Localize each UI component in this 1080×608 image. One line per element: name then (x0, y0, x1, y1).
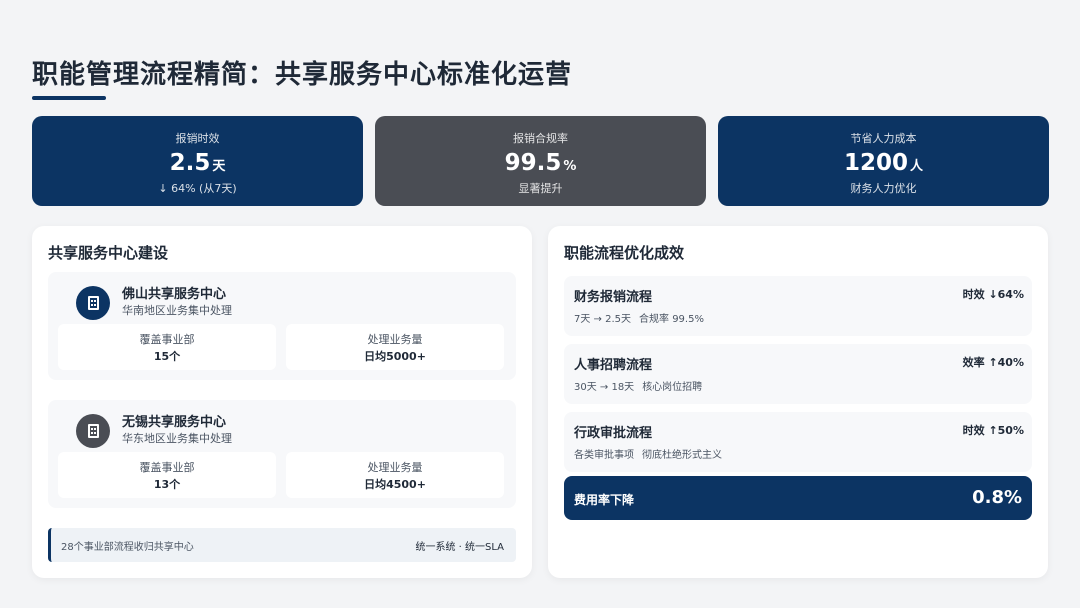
flow-item-hr: 人事招聘流程 效率 ↑40% 30天 → 18天 核心岗位招聘 (564, 344, 1032, 404)
summary-note: 28个事业部流程收归共享中心 统一系统 · 统一SLA (48, 528, 516, 562)
building-icon (76, 286, 110, 320)
flow-metric: 时效 ↑50% (962, 424, 1024, 437)
kpi-value: 1200 人 (843, 150, 924, 176)
kpi-sub: 财务人力优化 (850, 182, 917, 195)
kpi-value: 2.5 天 (169, 150, 226, 176)
flow-name: 财务报销流程 (574, 290, 653, 305)
kpi-sub: 显著提升 (518, 182, 563, 195)
kpi-card-labor-savings: 节省人力成本 1200 人 财务人力优化 (718, 116, 1049, 206)
kpi-label: 报销合规率 (513, 132, 568, 145)
flow-item-admin: 行政审批流程 时效 ↑50% 各类审批事项 彻底杜绝形式主义 (564, 412, 1032, 472)
stat-label: 覆盖事业部 (139, 461, 195, 474)
kpi-sub: ↓ 64% (从7天) (158, 182, 237, 195)
panel-title: 职能流程优化成效 (564, 244, 685, 262)
stat-label: 处理业务量 (367, 333, 423, 346)
kpi-label: 节省人力成本 (850, 132, 917, 145)
kpi-label: 报销时效 (175, 132, 220, 145)
title-underline (32, 96, 106, 100)
kpi-card-reimbursement-time: 报销时效 2.5 天 ↓ 64% (从7天) (32, 116, 363, 206)
flow-metric: 效率 ↑40% (962, 356, 1024, 369)
building-icon (76, 414, 110, 448)
flow-sub: 30天 → 18天 核心岗位招聘 (574, 382, 703, 393)
center-name: 无锡共享服务中心 (122, 415, 227, 430)
stat-box: 覆盖事业部 13个 (58, 452, 276, 498)
center-name: 佛山共享服务中心 (122, 287, 227, 302)
flow-sub: 各类审批事项 彻底杜绝形式主义 (574, 450, 722, 461)
flow-name: 行政审批流程 (574, 426, 653, 441)
stat-value: 日均4500+ (364, 478, 426, 491)
stat-value: 日均5000+ (364, 350, 426, 363)
center-card-wuxi: 无锡共享服务中心 华东地区业务集中处理 覆盖事业部 13个 处理业务量 日均45… (48, 400, 516, 508)
panel-title: 共享服务中心建设 (48, 244, 169, 262)
note-text: 28个事业部流程收归共享中心 (61, 542, 194, 553)
cost-label: 费用率下降 (574, 493, 635, 507)
cost-value: 0.8% (972, 487, 1022, 508)
note-tags: 统一系统 · 统一SLA (415, 542, 504, 553)
stat-label: 覆盖事业部 (139, 333, 195, 346)
stat-box: 处理业务量 日均5000+ (286, 324, 504, 370)
cost-reduction-bar: 费用率下降 0.8% (564, 476, 1032, 520)
stat-value: 13个 (153, 478, 181, 491)
flow-sub: 7天 → 2.5天 合规率 99.5% (574, 314, 704, 325)
center-card-foshan: 佛山共享服务中心 华南地区业务集中处理 覆盖事业部 15个 处理业务量 日均50… (48, 272, 516, 380)
center-desc: 华东地区业务集中处理 (122, 432, 232, 445)
page-title: 职能管理流程精简：共享服务中心标准化运营 (32, 60, 573, 90)
flow-item-finance: 财务报销流程 时效 ↓64% 7天 → 2.5天 合规率 99.5% (564, 276, 1032, 336)
center-desc: 华南地区业务集中处理 (122, 304, 232, 317)
stat-value: 15个 (153, 350, 181, 363)
flow-name: 人事招聘流程 (574, 358, 653, 373)
kpi-card-compliance-rate: 报销合规率 99.5% 显著提升 (375, 116, 706, 206)
stat-label: 处理业务量 (367, 461, 423, 474)
shared-service-panel: 共享服务中心建设 佛山共享服务中心 华南地区业务集中处理 覆盖事业部 15个 处… (32, 226, 532, 578)
flow-metric: 时效 ↓64% (962, 288, 1024, 301)
stat-box: 覆盖事业部 15个 (58, 324, 276, 370)
kpi-value: 99.5% (504, 150, 577, 176)
optimization-panel: 职能流程优化成效 财务报销流程 时效 ↓64% 7天 → 2.5天 合规率 99.… (548, 226, 1048, 578)
stat-box: 处理业务量 日均4500+ (286, 452, 504, 498)
